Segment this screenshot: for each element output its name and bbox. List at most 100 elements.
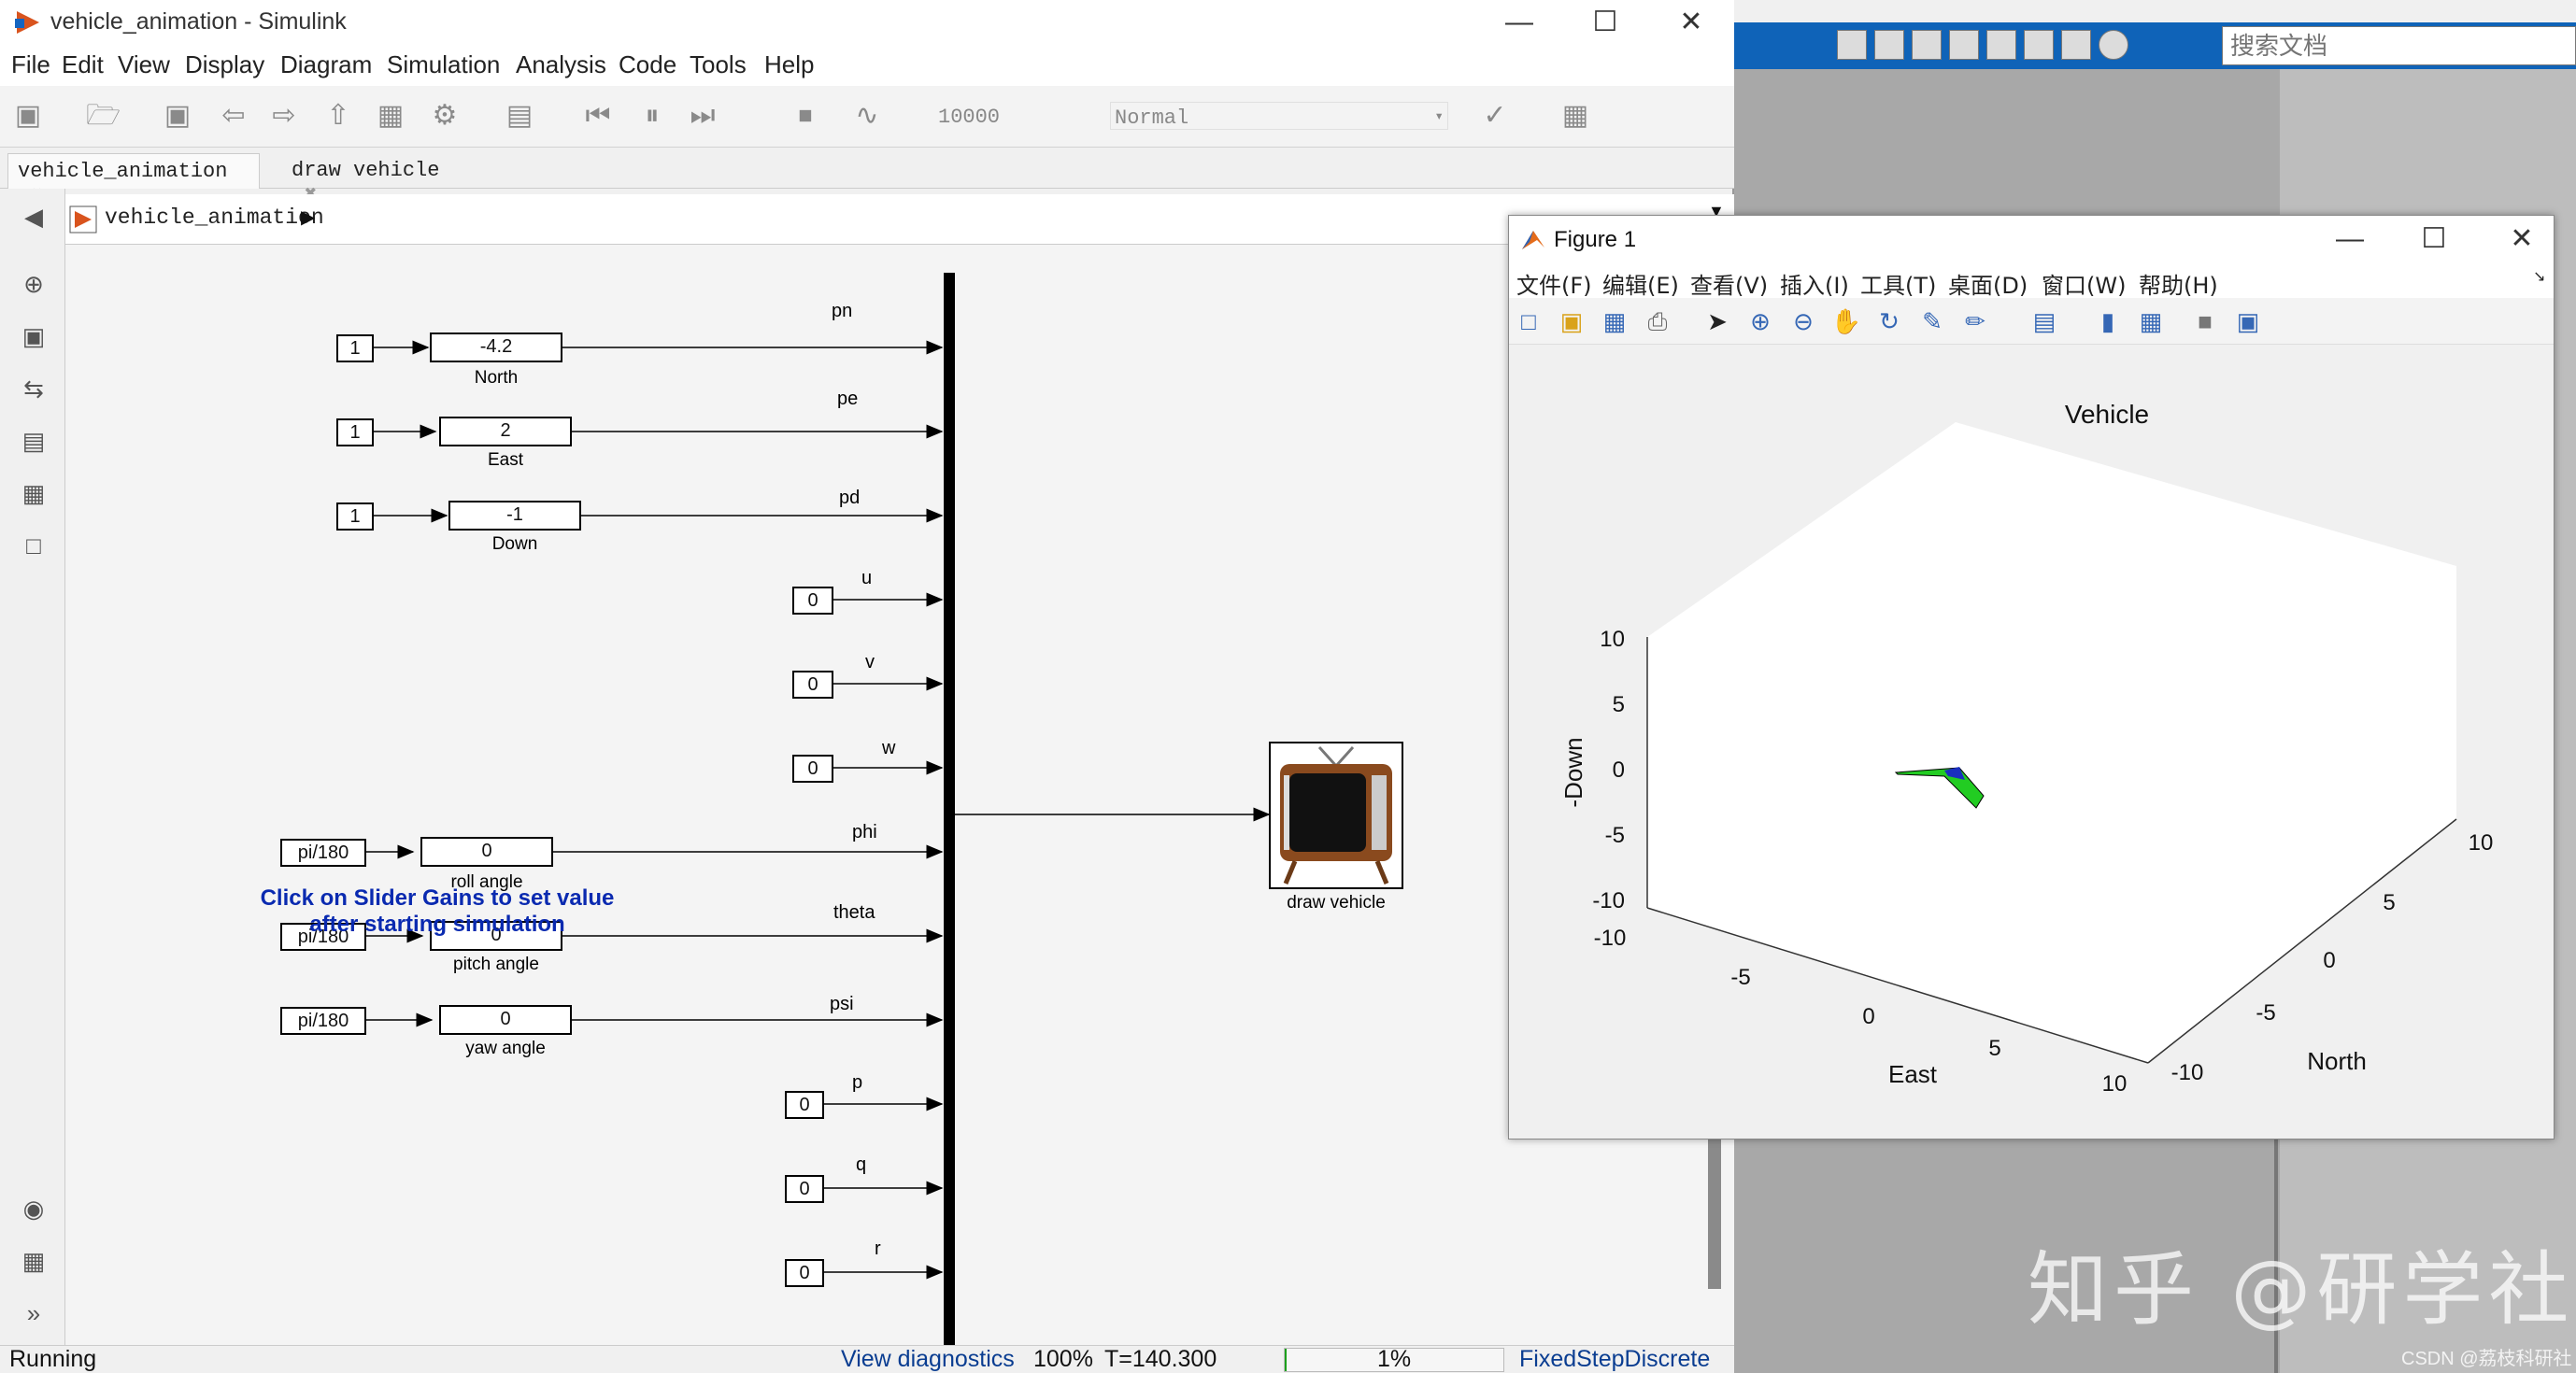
breadcrumb[interactable]: vehicle_animation [105, 205, 324, 230]
new-model-icon[interactable]: ▣ [11, 99, 45, 133]
print-icon[interactable]: ⎙ [1642, 305, 1673, 337]
cut-icon[interactable] [1874, 30, 1904, 60]
link-plot-icon[interactable]: ▤ [2028, 305, 2060, 337]
pointer-icon[interactable]: ➤ [1701, 305, 1733, 337]
constant-block[interactable]: 0 [792, 755, 833, 783]
close-button[interactable]: ✕ [2494, 220, 2550, 258]
library-browser-icon[interactable]: ▦ [374, 99, 407, 133]
menu-desktop[interactable]: 桌面(D) [1948, 267, 2028, 300]
constant-block[interactable]: 0 [792, 671, 833, 699]
menu-help[interactable]: Help [764, 50, 814, 79]
up-icon[interactable]: ⇧ [321, 99, 355, 133]
axes-3d[interactable]: Vehicle -Down East North 10 5 0 -5 -10 -… [1509, 345, 2554, 1139]
copy-icon[interactable] [1912, 30, 1942, 60]
back-icon[interactable]: ⇦ [217, 99, 250, 133]
hide-browser-icon[interactable]: ◀ [19, 202, 49, 232]
constant-block[interactable]: 0 [785, 1175, 824, 1203]
constant-block[interactable]: pi/180 [280, 1007, 366, 1035]
undo-icon[interactable] [1986, 30, 2016, 60]
constant-block[interactable]: 0 [785, 1091, 824, 1119]
menu-edit[interactable]: 编辑(E) [1602, 267, 1679, 300]
fit-to-view-icon[interactable]: ▣ [19, 321, 49, 351]
slider-gain-block[interactable]: -4.2 [430, 333, 562, 362]
forward-icon[interactable]: ⇨ [267, 99, 301, 133]
brush-icon[interactable]: ✏ [1959, 305, 1991, 337]
constant-block[interactable]: 1 [336, 334, 374, 362]
camera-icon[interactable]: ◉ [19, 1194, 49, 1224]
paste-icon[interactable] [1949, 30, 1979, 60]
redo-icon[interactable] [2024, 30, 2054, 60]
slider-gain-block[interactable]: 2 [439, 417, 572, 446]
pause-icon[interactable]: ⏸ [635, 99, 669, 133]
minimize-button[interactable]: — [2322, 220, 2378, 258]
open-icon[interactable]: 🗁 [86, 99, 121, 133]
expand-icon[interactable]: » [19, 1298, 49, 1328]
menu-help[interactable]: 帮助(H) [2139, 267, 2218, 300]
window-icon[interactable] [2061, 30, 2091, 60]
menu-file[interactable]: File [11, 50, 50, 79]
zoom-in-icon[interactable]: ⊕ [19, 269, 49, 299]
area-icon[interactable]: □ [19, 531, 49, 560]
rotate-3d-icon[interactable]: ↻ [1873, 305, 1905, 337]
menu-insert[interactable]: 插入(I) [1780, 267, 1849, 300]
help-icon[interactable] [2099, 30, 2128, 60]
model-browser-icon[interactable]: ▦ [19, 1246, 49, 1276]
menu-tools[interactable]: 工具(T) [1860, 267, 1936, 300]
stop-icon[interactable]: ⏹ [789, 99, 822, 133]
show-plot-tools-icon[interactable]: ▣ [2232, 305, 2264, 337]
model-advisor-icon[interactable]: ✓ [1478, 99, 1512, 133]
stop-time-field[interactable]: 10000 [932, 102, 1075, 130]
vertical-scrollbar[interactable] [1708, 1134, 1721, 1289]
dock-arrow-icon[interactable]: ↘ [2533, 267, 2545, 285]
figure-plot-area[interactable]: Vehicle -Down East North 10 5 0 -5 -10 -… [1509, 345, 2554, 1139]
menu-display[interactable]: Display [185, 50, 264, 79]
image-icon[interactable]: ▦ [19, 478, 49, 508]
tab-vehicle-animation[interactable]: vehicle_animation ✖ [7, 153, 260, 207]
zoom-in-icon[interactable]: ⊕ [1744, 305, 1776, 337]
route-lines-icon[interactable]: ⇆ [19, 374, 49, 403]
open-file-icon[interactable]: ▣ [1556, 305, 1587, 337]
settings-gear-icon[interactable]: ⚙ [428, 99, 462, 133]
slider-gain-block[interactable]: 0 [439, 1005, 572, 1035]
menu-analysis[interactable]: Analysis [516, 50, 606, 79]
hide-plot-tools-icon[interactable]: ■ [2189, 305, 2221, 337]
menu-simulation[interactable]: Simulation [387, 50, 500, 79]
save-icon[interactable]: ▣ [161, 99, 194, 133]
tab-draw-vehicle[interactable]: draw vehicle ✖ [282, 153, 478, 206]
step-forward-icon[interactable]: ⏭ [686, 99, 719, 133]
save-icon[interactable]: ▦ [1599, 305, 1630, 337]
model-explorer-icon[interactable]: ▤ [503, 99, 536, 133]
model-canvas[interactable]: 1 -4.2 North pn 1 2 East pe 1 -1 Down pd… [65, 245, 1734, 1345]
view-diagnostics-link[interactable]: View diagnostics [841, 1346, 1015, 1373]
scope-icon[interactable]: ∿ [850, 99, 884, 133]
menu-edit[interactable]: Edit [62, 50, 104, 79]
minimize-button[interactable]: — [1491, 4, 1547, 41]
new-figure-icon[interactable]: □ [1513, 305, 1544, 337]
constant-block[interactable]: 0 [792, 587, 833, 615]
save-icon[interactable] [1837, 30, 1867, 60]
slider-gain-block[interactable]: 0 [420, 837, 553, 867]
data-cursor-icon[interactable]: ✎ [1916, 305, 1948, 337]
search-documentation-input[interactable] [2222, 26, 2576, 65]
maximize-button[interactable]: ☐ [2406, 220, 2462, 258]
menu-view[interactable]: 查看(V) [1690, 267, 1768, 300]
constant-block[interactable]: 0 [785, 1259, 824, 1287]
draw-vehicle-block[interactable] [1269, 742, 1403, 889]
annotation-icon[interactable]: ▤ [19, 426, 49, 456]
build-icon[interactable]: ▦ [1558, 99, 1592, 133]
legend-icon[interactable]: ▦ [2135, 305, 2167, 337]
menu-code[interactable]: Code [619, 50, 676, 79]
constant-block[interactable]: 1 [336, 418, 374, 446]
simulation-mode-select[interactable]: Normal ▾ [1110, 102, 1448, 130]
constant-block[interactable]: pi/180 [280, 839, 366, 867]
menu-file[interactable]: 文件(F) [1516, 267, 1592, 300]
zoom-out-icon[interactable]: ⊖ [1787, 305, 1819, 337]
menu-view[interactable]: View [118, 50, 170, 79]
menu-tools[interactable]: Tools [690, 50, 747, 79]
solver-link[interactable]: FixedStepDiscrete [1519, 1346, 1710, 1373]
constant-block[interactable]: 1 [336, 502, 374, 531]
slider-gain-block[interactable]: -1 [448, 501, 581, 531]
menu-window[interactable]: 窗口(W) [2042, 267, 2126, 300]
colorbar-icon[interactable]: ▮ [2092, 305, 2124, 337]
maximize-button[interactable]: ☐ [1577, 4, 1633, 41]
